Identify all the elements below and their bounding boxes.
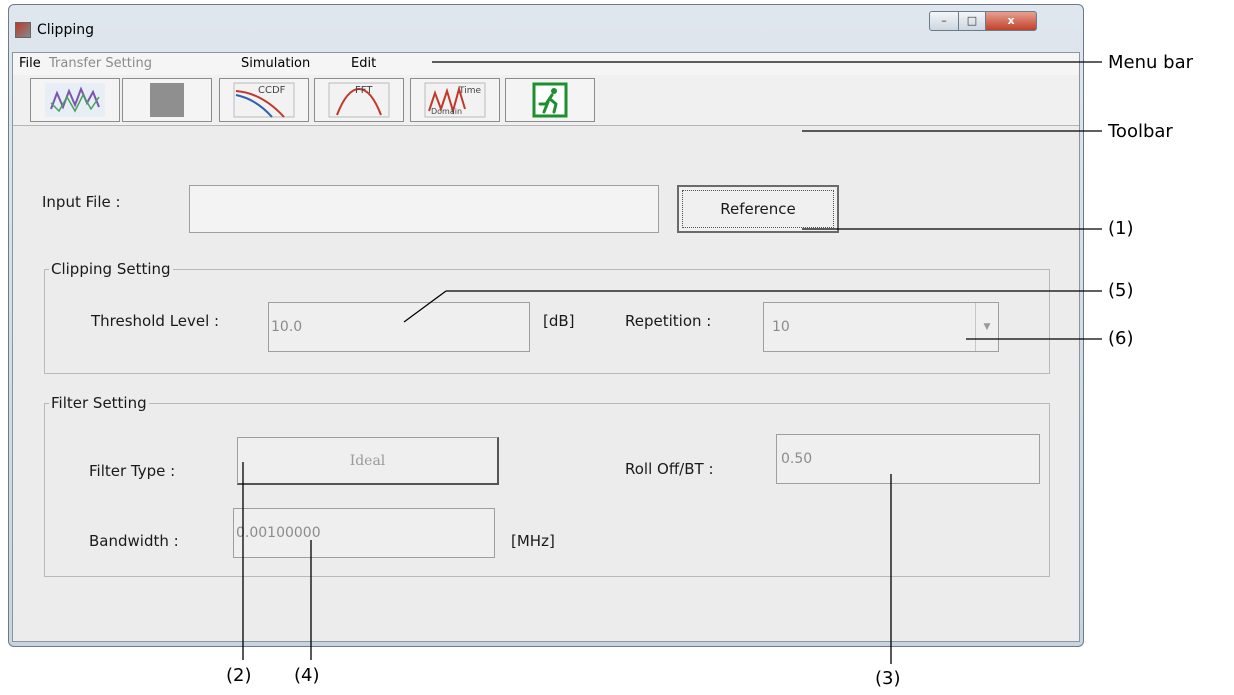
annotation-1: (1) — [1108, 218, 1134, 239]
annotation-lines — [242, 61, 1102, 664]
annotation-5: (5) — [1108, 280, 1134, 301]
annotation-3: (3) — [875, 668, 901, 689]
annotation-menu-bar: Menu bar — [1108, 52, 1193, 73]
annotation-toolbar: Toolbar — [1108, 121, 1173, 142]
a5-leader-diag — [403, 290, 447, 323]
annotation-4: (4) — [294, 665, 320, 686]
annotation-6: (6) — [1108, 328, 1134, 349]
annotation-2: (2) — [226, 665, 252, 686]
